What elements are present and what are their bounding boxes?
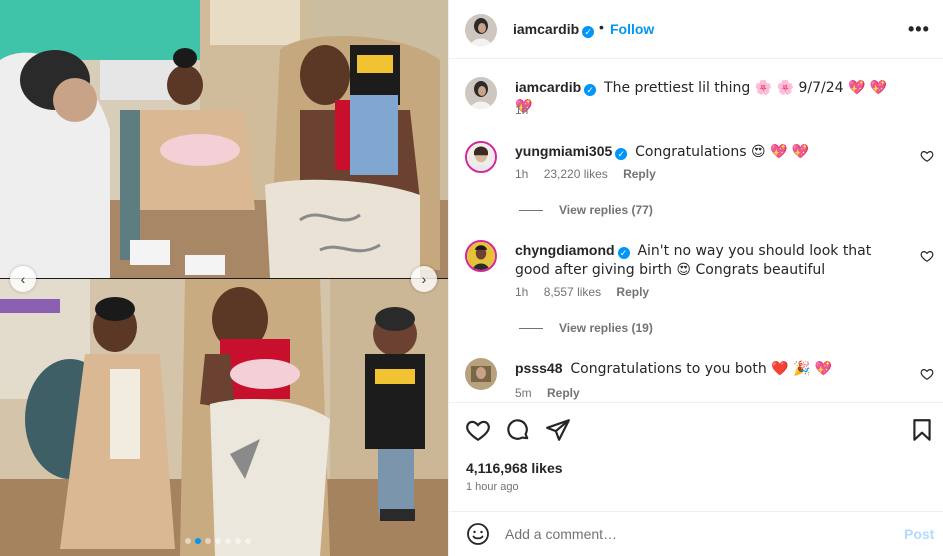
carousel-dot xyxy=(245,538,251,544)
comment-meta: 5m Reply xyxy=(515,386,592,400)
comment-username[interactable]: chyngdiamond ✓ xyxy=(515,242,630,259)
comment-avatar[interactable] xyxy=(465,141,497,173)
header-separator: • xyxy=(599,19,604,35)
carousel-dots xyxy=(185,538,251,544)
like-heart-icon[interactable] xyxy=(465,417,491,443)
post-side-panel: iamcardib ✓ • Follow ••• iamcardib ✓ The p… xyxy=(448,0,943,556)
comment-meta: 1h 23,220 likes Reply xyxy=(515,167,668,181)
emoji-smiley-icon[interactable] xyxy=(466,522,490,546)
comment-time: 5m xyxy=(515,386,532,400)
caption-text: iamcardib ✓ The prettiest lil thing 🌸 🌸 9… xyxy=(515,78,900,116)
comment-username[interactable]: yungmiami305 ✓ xyxy=(515,143,628,160)
comment-likes[interactable]: 8,557 likes xyxy=(544,285,601,299)
comment-input[interactable] xyxy=(505,522,885,546)
view-replies-button[interactable]: View replies (77) xyxy=(519,203,653,217)
carousel-dot xyxy=(235,538,241,544)
comment-like-heart-icon[interactable] xyxy=(920,367,934,381)
carousel-dot xyxy=(185,538,191,544)
comments-section[interactable]: iamcardib ✓ The prettiest lil thing 🌸 🌸 9… xyxy=(449,60,943,402)
post-timestamp: 1 hour ago xyxy=(466,481,519,493)
verified-badge-icon: ✓ xyxy=(584,84,597,96)
post-header: iamcardib ✓ • Follow ••• xyxy=(449,0,943,59)
comment-like-heart-icon[interactable] xyxy=(920,249,934,263)
comment-body: Congratulations to you both ❤️ 🎉 💖 xyxy=(570,361,833,377)
comment-text: psss48 Congratulations to you both ❤️ 🎉 … xyxy=(515,359,900,378)
carousel-next-button[interactable]: › xyxy=(411,266,437,292)
carousel-dot xyxy=(225,538,231,544)
caption-time: 1h xyxy=(515,103,529,117)
comment-time: 1h xyxy=(515,285,529,299)
carousel-dot xyxy=(215,538,221,544)
carousel-dot-active xyxy=(195,538,201,544)
caption-username[interactable]: iamcardib ✓ xyxy=(515,79,597,96)
reply-button[interactable]: Reply xyxy=(616,285,649,299)
likes-count[interactable]: 4,116,968 likes xyxy=(466,460,563,476)
comment-username[interactable]: psss48 xyxy=(515,360,562,376)
post-comment-button[interactable]: Post xyxy=(904,526,934,542)
save-bookmark-icon[interactable] xyxy=(909,417,935,443)
replies-line xyxy=(519,210,543,212)
comment-bubble-icon[interactable] xyxy=(505,417,531,443)
post-actions: 4,116,968 likes 1 hour ago xyxy=(449,402,943,512)
post-media-carousel[interactable]: ‹ › xyxy=(0,0,448,556)
photo-hospital-room-bottom xyxy=(0,279,448,556)
carousel-prev-button[interactable]: ‹ xyxy=(10,266,36,292)
caption-avatar[interactable] xyxy=(465,77,497,109)
view-replies-button[interactable]: View replies (19) xyxy=(519,321,653,335)
carousel-dot xyxy=(205,538,211,544)
comment-meta: 1h 8,557 likes Reply xyxy=(515,285,661,299)
comment-text: yungmiami305 ✓ Congratulations 😍 💖 💖 xyxy=(515,142,900,161)
comment-avatar[interactable] xyxy=(465,240,497,272)
comment-time: 1h xyxy=(515,167,529,181)
comment-avatar[interactable] xyxy=(465,358,497,390)
caption-meta: 1h xyxy=(515,103,540,117)
more-options-icon[interactable]: ••• xyxy=(908,19,930,40)
author-username[interactable]: iamcardib ✓ xyxy=(513,21,595,38)
reply-button[interactable]: Reply xyxy=(547,386,580,400)
verified-badge-icon: ✓ xyxy=(582,26,595,38)
replies-line xyxy=(519,328,543,330)
add-comment-bar: Post xyxy=(449,511,943,556)
comment-body: Congratulations 😍 💖 💖 xyxy=(635,144,810,160)
author-avatar[interactable] xyxy=(465,14,497,46)
photo-hospital-room-top xyxy=(0,0,448,278)
reply-button[interactable]: Reply xyxy=(623,167,656,181)
comment-likes[interactable]: 23,220 likes xyxy=(544,167,608,181)
share-paper-plane-icon[interactable] xyxy=(545,417,571,443)
follow-button[interactable]: Follow xyxy=(610,21,654,37)
verified-badge-icon: ✓ xyxy=(615,148,628,160)
comment-text: chyngdiamond ✓ Ain't no way you should lo… xyxy=(515,241,900,279)
verified-badge-icon: ✓ xyxy=(617,247,630,259)
comment-like-heart-icon[interactable] xyxy=(920,149,934,163)
